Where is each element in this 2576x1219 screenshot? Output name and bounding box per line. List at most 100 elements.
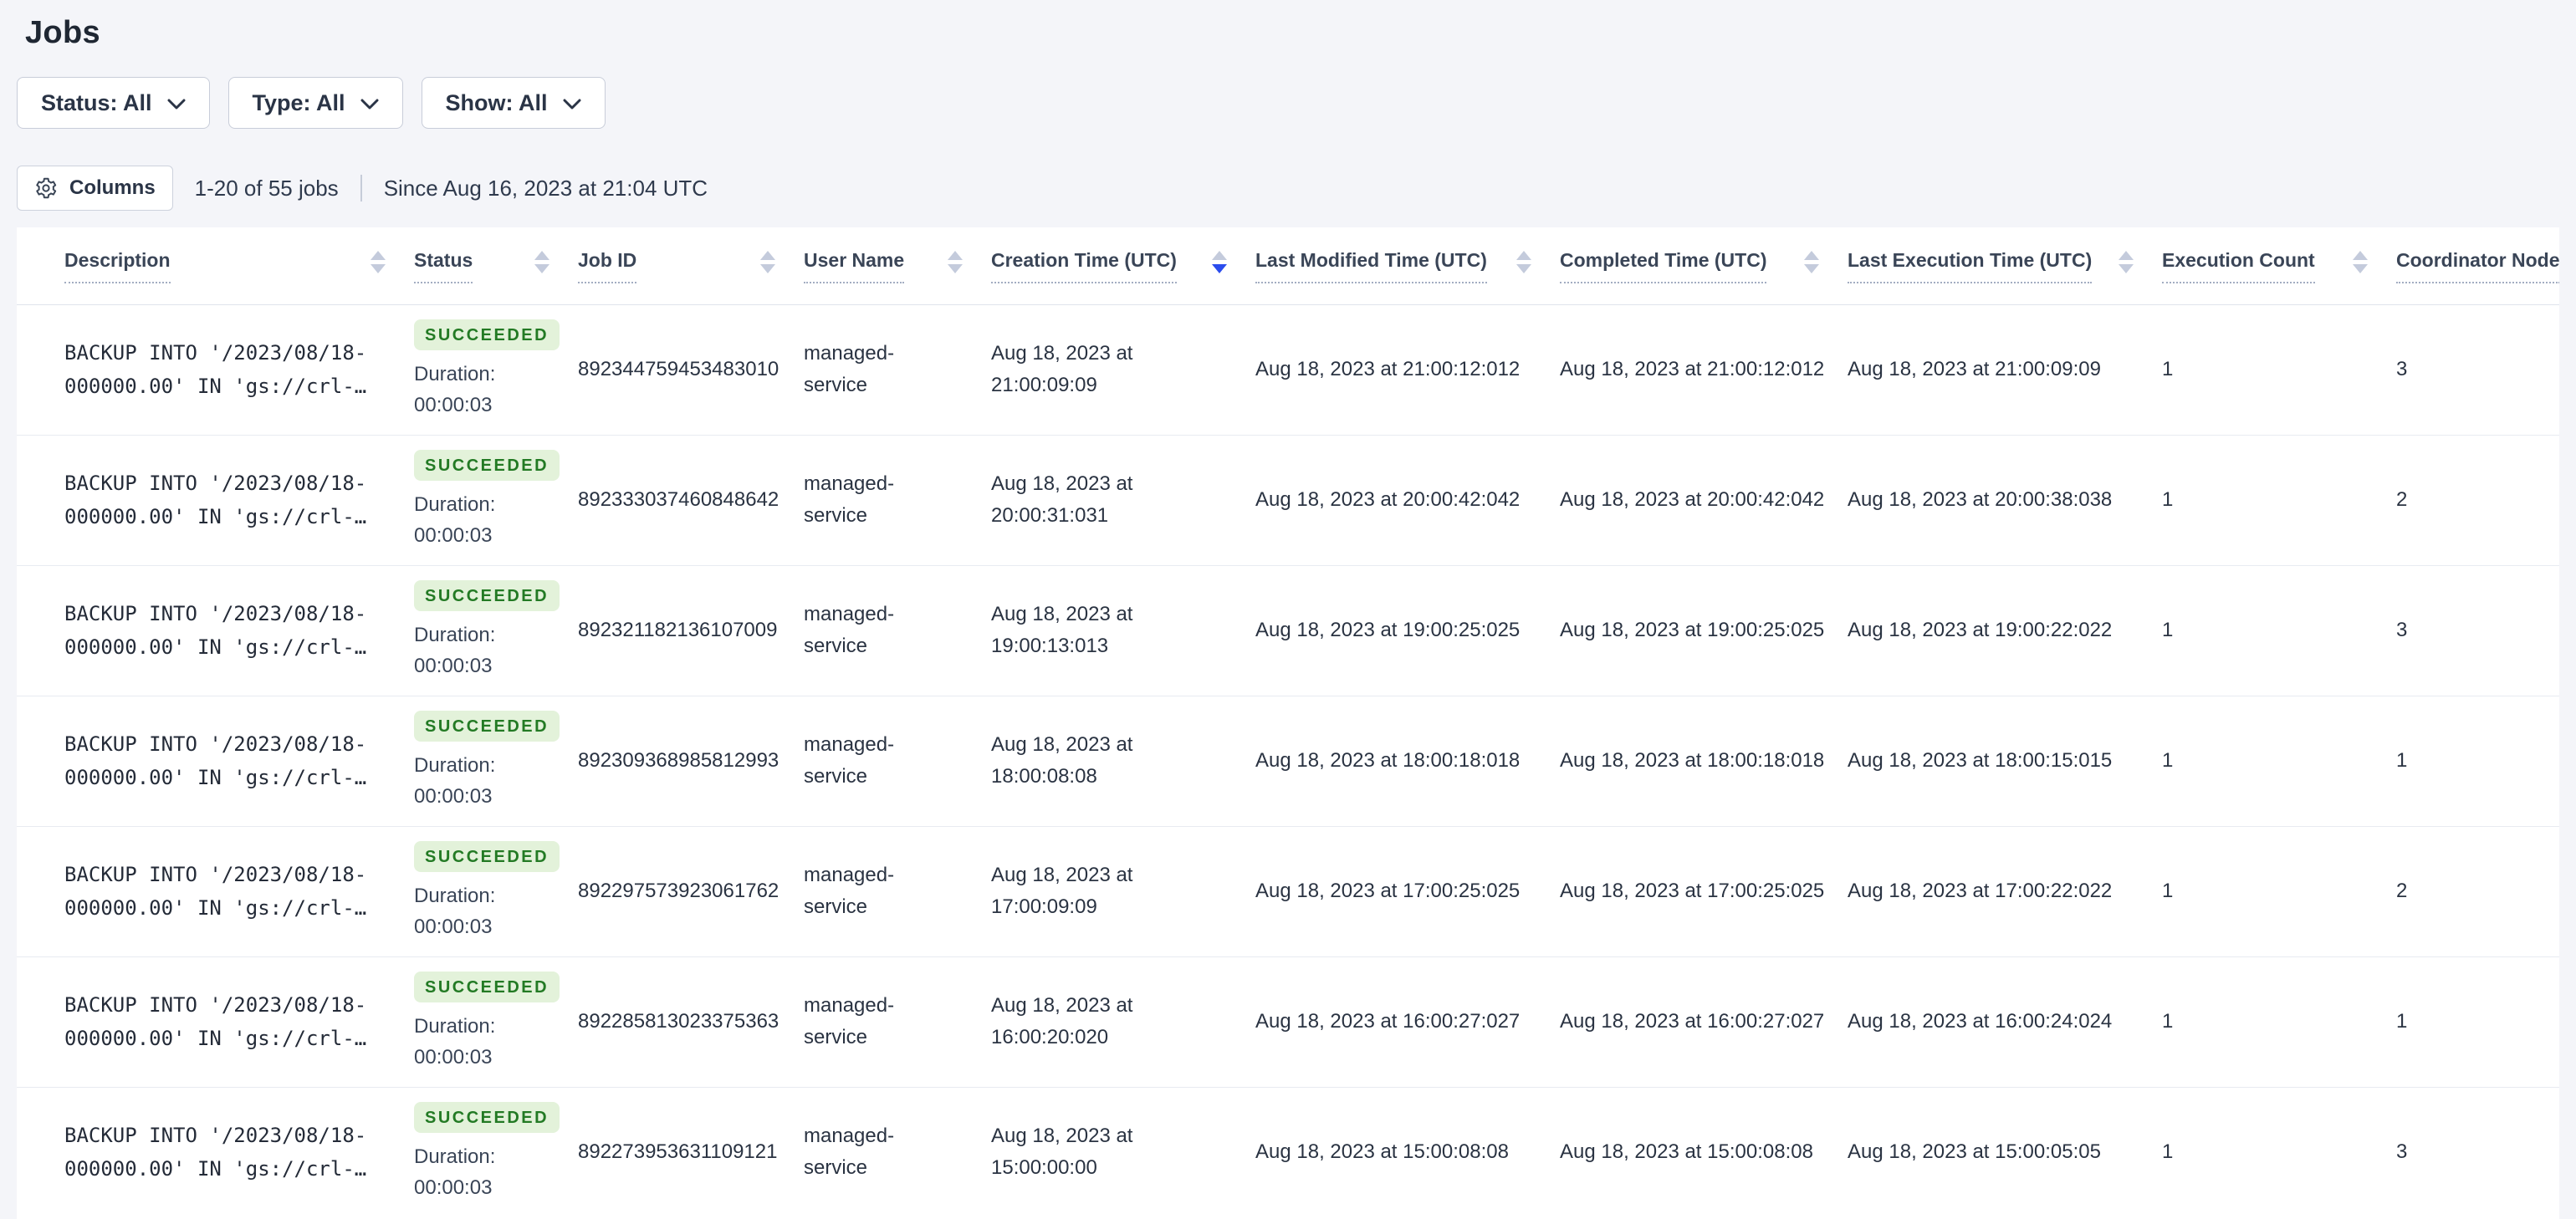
completed-time-cell: Aug 18, 2023 at 18:00:18:018 — [1560, 696, 1848, 827]
column-header-user-name[interactable]: User Name — [804, 227, 991, 305]
status-badge: SUCCEEDED — [414, 972, 560, 1002]
duration: Duration: 00:00:03 — [414, 359, 544, 421]
user-name-cell: managed-service — [804, 826, 991, 957]
last-execution-time-cell: Aug 18, 2023 at 21:00:09:09 — [1848, 304, 2162, 436]
sort-arrows-icon — [371, 251, 386, 273]
completed-time-value: Aug 18, 2023 at 15:00:08:08 — [1560, 1140, 1813, 1164]
filters-bar: Status: All Type: All Show: All — [17, 77, 2559, 129]
column-header-label: Creation Time (UTC) — [991, 249, 1177, 283]
execution-count-cell: 1 — [2162, 696, 2396, 827]
job-description-link[interactable]: BACKUP INTO '/2023/08/18-000000.00' IN '… — [64, 467, 381, 533]
duration: Duration: 00:00:03 — [414, 1011, 544, 1073]
completed-time-cell: Aug 18, 2023 at 16:00:27:027 — [1560, 956, 1848, 1088]
coordinator-node-value: 2 — [2396, 880, 2408, 902]
status-cell: SUCCEEDED Duration: 00:00:03 — [414, 304, 578, 436]
table-header-row: Description Status Job ID User Name Crea… — [17, 227, 2559, 305]
sort-arrows-icon — [534, 251, 549, 273]
creation-time-value: Aug 18, 2023 at 21:00:09:09 — [991, 342, 1133, 396]
execution-count-cell: 1 — [2162, 565, 2396, 696]
job-id-value: 892321182136107009 — [578, 619, 778, 641]
completed-time-cell: Aug 18, 2023 at 15:00:08:08 — [1560, 1087, 1848, 1217]
job-id-cell: 892309368985812993 — [578, 696, 804, 827]
job-description-link[interactable]: BACKUP INTO '/2023/08/18-000000.00' IN '… — [64, 336, 381, 403]
gear-icon — [34, 176, 58, 200]
completed-time-value: Aug 18, 2023 at 18:00:18:018 — [1560, 749, 1825, 772]
column-header-label: Last Execution Time (UTC) — [1848, 249, 2093, 283]
sort-arrows-icon — [760, 251, 775, 273]
column-header-creation-time-utc[interactable]: Creation Time (UTC) — [991, 227, 1255, 305]
coordinator-node-cell: 2 — [2396, 435, 2559, 566]
jobs-page: Jobs Status: All Type: All Show: All Col… — [0, 0, 2576, 1219]
duration: Duration: 00:00:03 — [414, 489, 544, 551]
completed-time-value: Aug 18, 2023 at 17:00:25:025 — [1560, 880, 1825, 902]
duration-label: Duration: — [414, 493, 496, 516]
chevron-down-icon — [360, 99, 379, 110]
table-row: BACKUP INTO '/2023/08/18-000000.00' IN '… — [17, 956, 2559, 1088]
column-header-label: Job ID — [578, 249, 637, 283]
sort-arrows-icon — [2119, 251, 2134, 273]
column-header-status[interactable]: Status — [414, 227, 578, 305]
job-description-link[interactable]: BACKUP INTO '/2023/08/18-000000.00' IN '… — [64, 727, 381, 794]
user-name-cell: managed-service — [804, 956, 991, 1088]
columns-button[interactable]: Columns — [17, 166, 173, 211]
column-header-coordinator-node[interactable]: Coordinator Node — [2396, 227, 2559, 305]
status-cell: SUCCEEDED Duration: 00:00:03 — [414, 826, 578, 957]
job-id-cell: 892285813023375363 — [578, 956, 804, 1088]
execution-count-value: 1 — [2162, 880, 2174, 902]
column-header-last-modified-time-utc[interactable]: Last Modified Time (UTC) — [1255, 227, 1560, 305]
last-modified-time-value: Aug 18, 2023 at 21:00:12:012 — [1255, 358, 1521, 380]
completed-time-cell: Aug 18, 2023 at 20:00:42:042 — [1560, 435, 1848, 566]
status-badge: SUCCEEDED — [414, 580, 560, 611]
execution-count-cell: 1 — [2162, 435, 2396, 566]
column-header-description[interactable]: Description — [17, 227, 414, 305]
jobs-table-card: Description Status Job ID User Name Crea… — [17, 227, 2559, 1219]
duration: Duration: 00:00:03 — [414, 750, 544, 812]
duration-label: Duration: — [414, 624, 496, 646]
description-cell: BACKUP INTO '/2023/08/18-000000.00' IN '… — [17, 1087, 414, 1217]
filter-button-type[interactable]: Type: All — [227, 77, 403, 129]
table-row: BACKUP INTO '/2023/08/18-000000.00' IN '… — [17, 435, 2559, 566]
user-name-value: managed-service — [804, 342, 895, 396]
last-modified-time-cell: Aug 18, 2023 at 20:00:42:042 — [1255, 435, 1560, 566]
description-cell: BACKUP INTO '/2023/08/18-000000.00' IN '… — [17, 826, 414, 957]
filter-button-show[interactable]: Show: All — [421, 77, 606, 129]
filter-label: Status: All — [41, 89, 152, 115]
execution-count-cell: 1 — [2162, 956, 2396, 1088]
creation-time-cell: Aug 18, 2023 at 21:00:09:09 — [991, 304, 1255, 436]
completed-time-cell: Aug 18, 2023 at 17:00:25:025 — [1560, 826, 1848, 957]
duration-label: Duration: — [414, 754, 496, 777]
jobs-table: Description Status Job ID User Name Crea… — [17, 227, 2559, 1217]
job-description-link[interactable]: BACKUP INTO '/2023/08/18-000000.00' IN '… — [64, 597, 381, 664]
creation-time-cell: Aug 18, 2023 at 17:00:09:09 — [991, 826, 1255, 957]
job-description-link[interactable]: BACKUP INTO '/2023/08/18-000000.00' IN '… — [64, 858, 381, 925]
column-header-job-id[interactable]: Job ID — [578, 227, 804, 305]
last-execution-time-value: Aug 18, 2023 at 17:00:22:022 — [1848, 880, 2113, 902]
column-header-completed-time-utc[interactable]: Completed Time (UTC) — [1560, 227, 1848, 305]
last-execution-time-cell: Aug 18, 2023 at 16:00:24:024 — [1848, 956, 2162, 1088]
coordinator-node-cell: 3 — [2396, 565, 2559, 696]
duration-label: Duration: — [414, 1015, 496, 1038]
creation-time-cell: Aug 18, 2023 at 19:00:13:013 — [991, 565, 1255, 696]
user-name-value: managed-service — [804, 994, 895, 1048]
duration-label: Duration: — [414, 885, 496, 907]
filter-button-status[interactable]: Status: All — [17, 77, 210, 129]
coordinator-node-cell: 1 — [2396, 696, 2559, 827]
column-header-execution-count[interactable]: Execution Count — [2162, 227, 2396, 305]
column-header-label: Coordinator Node — [2396, 249, 2559, 283]
job-id-cell: 892321182136107009 — [578, 565, 804, 696]
table-header: Description Status Job ID User Name Crea… — [17, 227, 2559, 305]
completed-time-value: Aug 18, 2023 at 19:00:25:025 — [1560, 619, 1825, 641]
chevron-down-icon — [167, 99, 186, 110]
job-description-link[interactable]: BACKUP INTO '/2023/08/18-000000.00' IN '… — [64, 1119, 381, 1186]
table-row: BACKUP INTO '/2023/08/18-000000.00' IN '… — [17, 565, 2559, 696]
coordinator-node-cell: 3 — [2396, 1087, 2559, 1217]
column-header-last-execution-time-utc[interactable]: Last Execution Time (UTC) — [1848, 227, 2162, 305]
execution-count-value: 1 — [2162, 749, 2174, 772]
job-id-cell: 892344759453483010 — [578, 304, 804, 436]
job-id-cell: 892297573923061762 — [578, 826, 804, 957]
job-id-value: 892309368985812993 — [578, 749, 779, 772]
completed-time-value: Aug 18, 2023 at 21:00:12:012 — [1560, 358, 1825, 380]
creation-time-value: Aug 18, 2023 at 15:00:00:00 — [991, 1125, 1133, 1180]
job-description-link[interactable]: BACKUP INTO '/2023/08/18-000000.00' IN '… — [64, 988, 381, 1055]
coordinator-node-value: 2 — [2396, 488, 2408, 511]
